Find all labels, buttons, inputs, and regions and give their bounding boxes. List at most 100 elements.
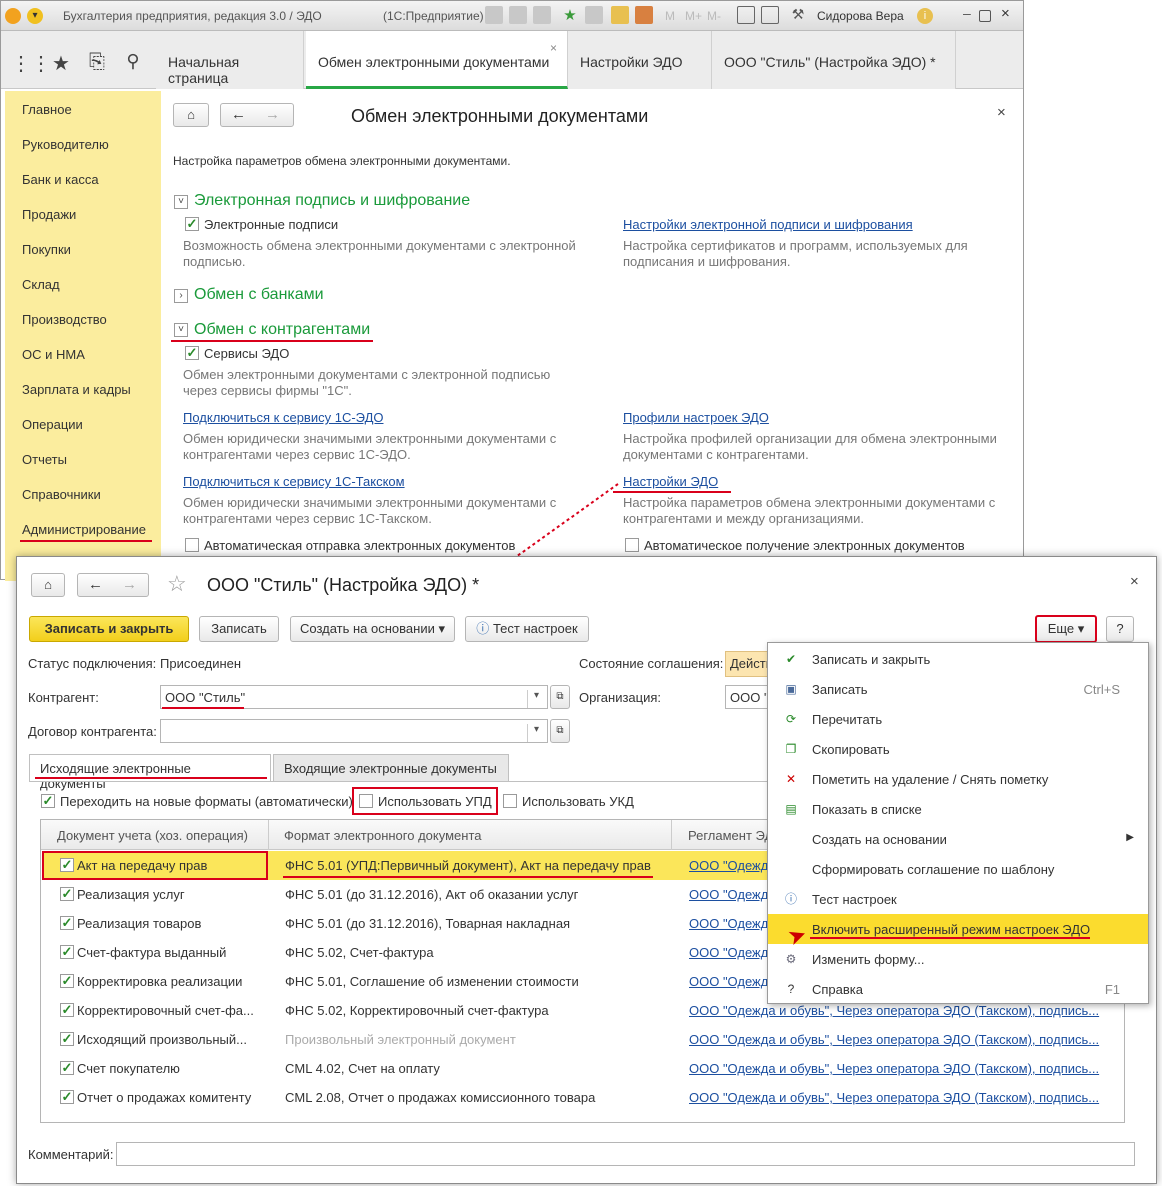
sidebar-item-admin[interactable]: Администрирование	[22, 522, 146, 537]
open-icon[interactable]: ⧉	[550, 685, 570, 709]
sidebar-item-reports[interactable]: Отчеты	[22, 452, 67, 467]
sidebar-item-assets[interactable]: ОС и НМА	[22, 347, 85, 362]
save-button[interactable]: Записать	[199, 616, 279, 642]
sidebar-item-warehouse[interactable]: Склад	[22, 277, 60, 292]
row-regulation-link[interactable]: ООО "Одежда и обувь", Через оператора ЭД…	[689, 1003, 1099, 1018]
history-icon[interactable]	[585, 6, 603, 24]
favorite-star-icon[interactable]: ☆	[167, 571, 187, 597]
sidebar-item-salary[interactable]: Зарплата и кадры	[22, 382, 131, 397]
row-regulation-link[interactable]: ООО "Одежда	[689, 916, 776, 931]
form-close-icon[interactable]: ×	[1130, 573, 1139, 590]
menu-item[interactable]: ▣ Записать Ctrl+S	[768, 674, 1148, 704]
row-checkbox[interactable]: ✓	[60, 916, 74, 930]
tab-home[interactable]: Начальная страница	[156, 31, 304, 89]
row-checkbox[interactable]: ✓	[60, 858, 74, 872]
home-button[interactable]: ⌂	[31, 573, 65, 597]
row-checkbox[interactable]: ✓	[60, 945, 74, 959]
save-close-button[interactable]: Записать и закрыть	[29, 616, 189, 642]
sidebar-item-manager[interactable]: Руководителю	[22, 137, 109, 152]
calendar-icon[interactable]	[635, 6, 653, 24]
tab-edo-exchange[interactable]: Обмен электронными документами ×	[306, 31, 568, 89]
checkbox-ukd[interactable]	[503, 794, 517, 808]
menu-item[interactable]: ⓘ Тест настроек	[768, 884, 1148, 914]
sidebar-item-operations[interactable]: Операции	[22, 417, 83, 432]
row-regulation-link[interactable]: ООО "Одежда	[689, 858, 776, 873]
row-regulation-link[interactable]: ООО "Одежда и обувь", Через оператора ЭД…	[689, 1032, 1099, 1047]
menu-item[interactable]: ? Справка F1	[768, 974, 1148, 1004]
history-icon[interactable]: ⎘	[85, 51, 109, 74]
test-settings-button[interactable]: ⓘ Тест настроек	[465, 616, 589, 642]
link-edo-profiles[interactable]: Профили настроек ЭДО	[623, 410, 769, 425]
col-format[interactable]: Формат электронного документа	[284, 828, 481, 843]
windows-icon[interactable]	[737, 6, 755, 24]
sidebar-item-purchases[interactable]: Покупки	[22, 242, 71, 257]
section-banks-title[interactable]: Обмен с банками	[194, 286, 324, 304]
menu-item[interactable]: ⚙ Изменить форму...	[768, 944, 1148, 974]
table-row[interactable]: ✓ Исходящий произвольный... Произвольный э…	[42, 1025, 1122, 1054]
table-row[interactable]: ✓ Отчет о продажах комитенту CML 2.08, Отч…	[42, 1083, 1122, 1112]
checkbox-edo-services[interactable]: ✓	[185, 346, 199, 360]
maximize-icon[interactable]	[979, 10, 991, 22]
forward-icon[interactable]: →	[122, 576, 137, 593]
menu-item[interactable]: ✔ Записать и закрыть	[768, 644, 1148, 674]
m-minus-button[interactable]: M-	[707, 9, 721, 23]
row-regulation-link[interactable]: ООО "Одежда	[689, 974, 776, 989]
row-checkbox[interactable]: ✓	[60, 1003, 74, 1017]
wrench-icon[interactable]: ⚒	[789, 6, 807, 24]
row-checkbox[interactable]: ✓	[60, 1032, 74, 1046]
dropdown-icon[interactable]: ▾	[527, 690, 539, 708]
menu-item[interactable]: ❐ Скопировать	[768, 734, 1148, 764]
menu-item[interactable]: Создать на основании ▶	[768, 824, 1148, 854]
contract-field[interactable]: ▾	[160, 719, 548, 743]
tab-edo-settings[interactable]: Настройки ЭДО	[568, 31, 712, 89]
window-close-icon[interactable]: ×	[1001, 5, 1010, 22]
forward-icon[interactable]: →	[265, 106, 280, 123]
checkbox-new-formats[interactable]: ✓	[41, 794, 55, 808]
link-connect-1c-edo[interactable]: Подключиться к сервису 1С-ЭДО	[183, 410, 383, 425]
panels-icon[interactable]	[761, 6, 779, 24]
star-icon[interactable]: ★	[49, 51, 73, 76]
apps-grid-icon[interactable]: ⋮⋮	[11, 51, 51, 76]
checkbox-upd[interactable]	[359, 794, 373, 808]
row-regulation-link[interactable]: ООО "Одежда	[689, 945, 776, 960]
sidebar-item-main[interactable]: Главное	[22, 102, 72, 117]
row-checkbox[interactable]: ✓	[60, 1090, 74, 1104]
menu-item[interactable]: Сформировать соглашение по шаблону	[768, 854, 1148, 884]
menu-item[interactable]: Включить расширенный режим настроек ЭДО	[768, 914, 1148, 944]
create-based-button[interactable]: Создать на основании ▾	[290, 616, 455, 642]
menu-item[interactable]: ▤ Показать в списке	[768, 794, 1148, 824]
checkbox-signatures[interactable]: ✓	[185, 217, 199, 231]
sidebar-item-production[interactable]: Производство	[22, 312, 107, 327]
chevron-right-icon[interactable]: ›	[174, 289, 188, 303]
minimize-icon[interactable]: –	[963, 5, 971, 21]
tab-style-settings[interactable]: ООО "Стиль" (Настройка ЭДО) *	[712, 31, 956, 89]
calculator-icon[interactable]	[611, 6, 629, 24]
chevron-down-icon[interactable]: ˅	[174, 323, 188, 337]
row-checkbox[interactable]: ✓	[60, 887, 74, 901]
menu-item[interactable]: ⟳ Перечитать	[768, 704, 1148, 734]
link-connect-taxcom[interactable]: Подключиться к сервису 1С-Такском	[183, 474, 405, 489]
print-icon[interactable]	[509, 6, 527, 24]
m-plus-button[interactable]: M+	[685, 9, 702, 23]
counterparty-field[interactable]: ООО "Стиль" ▾	[160, 685, 548, 709]
back-icon[interactable]: ←	[231, 106, 246, 123]
info-icon[interactable]: i	[917, 8, 933, 24]
save-icon[interactable]	[485, 6, 503, 24]
sidebar-item-catalogs[interactable]: Справочники	[22, 487, 101, 502]
row-checkbox[interactable]: ✓	[60, 1061, 74, 1075]
menu-dropdown-icon[interactable]: ▾	[27, 8, 43, 24]
dropdown-icon[interactable]: ▾	[527, 724, 539, 742]
search-icon[interactable]: ⚲	[121, 51, 145, 72]
user-name[interactable]: Сидорова Вера	[817, 9, 904, 23]
home-button[interactable]: ⌂	[173, 103, 209, 127]
more-button[interactable]: Еще ▾	[1035, 615, 1097, 643]
tab-incoming[interactable]: Входящие электронные документы	[273, 754, 509, 781]
chevron-down-icon[interactable]: ˅	[174, 195, 188, 209]
section-signature-title[interactable]: Электронная подпись и шифрование	[194, 192, 470, 210]
row-checkbox[interactable]: ✓	[60, 974, 74, 988]
comment-field[interactable]	[116, 1142, 1135, 1166]
section-counterparties-title[interactable]: Обмен с контрагентами	[194, 321, 370, 339]
help-button[interactable]: ?	[1106, 616, 1134, 642]
open-icon[interactable]: ⧉	[550, 719, 570, 743]
tab-close-icon[interactable]: ×	[550, 41, 557, 55]
